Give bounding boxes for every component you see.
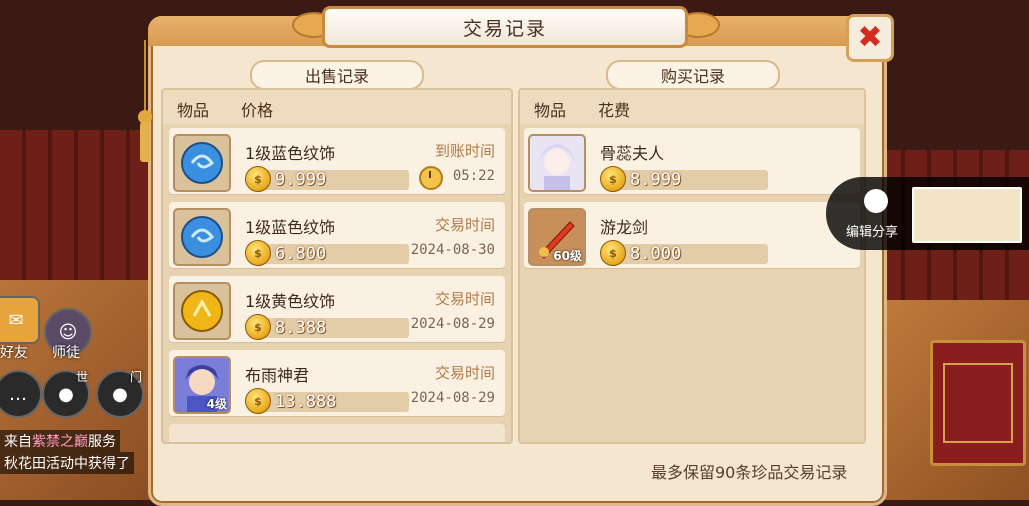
- coin-icon: $: [245, 388, 271, 414]
- character-portrait-icon: 4级: [173, 356, 231, 414]
- purchase-row[interactable]: 60级 游龙剑 8.000 $: [524, 202, 860, 268]
- price-bar: 8.000: [608, 244, 768, 264]
- sales-list[interactable]: 物品 价格 1级蓝色纹饰 9.999 $ 到账时间 05:22 1级蓝色纹饰 6…: [161, 88, 513, 444]
- price-value: 8.999: [630, 170, 682, 190]
- sales-header-price: 价格: [241, 101, 274, 120]
- item-name: 1级蓝色纹饰: [245, 144, 336, 163]
- page-title: 交易记录: [462, 17, 547, 40]
- time-label: 交易时间: [434, 216, 495, 234]
- clock-icon: [419, 166, 443, 190]
- friends-label: 好友: [0, 345, 28, 361]
- character-portrait-icon: [528, 134, 586, 192]
- time-value: 2024-08-29: [410, 390, 495, 406]
- coin-icon: $: [600, 240, 626, 266]
- item-name: 1级蓝色纹饰: [245, 218, 336, 237]
- sales-list-header: 物品 价格: [163, 90, 511, 124]
- sales-tab-label: 出售记录: [304, 67, 369, 86]
- tab-purchase-records: 购买记录: [606, 60, 780, 90]
- coin-icon: $: [600, 166, 626, 192]
- tab-sales-records: 出售记录: [250, 60, 424, 90]
- level-badge: 4级: [206, 397, 227, 411]
- time-label: 交易时间: [434, 290, 495, 308]
- mail-icon[interactable]: ✉: [0, 296, 40, 344]
- price-value: 9.999: [275, 170, 327, 190]
- level-badge: 60级: [553, 249, 582, 263]
- item-name: 1级黄色纹饰: [245, 292, 336, 311]
- sales-row[interactable]: 4级 布雨神君 13.888 $ 交易时间 2024-08-29: [169, 350, 505, 416]
- price-bar: 13.888: [253, 392, 409, 412]
- chat-suffix: 服务: [88, 434, 116, 450]
- time-label: 到账时间: [434, 142, 495, 160]
- cabinet: [930, 340, 1026, 466]
- chat-line-2: 秋花田活动中获得了: [0, 452, 134, 474]
- coin-icon: $: [245, 314, 271, 340]
- time-value: 2024-08-30: [410, 242, 495, 258]
- title-plaque: 交易记录: [322, 6, 688, 48]
- chat-server-name: 紫禁之巅: [32, 434, 88, 450]
- sales-row[interactable]: 1级蓝色纹饰 9.999 $ 到账时间 05:22: [169, 128, 505, 194]
- purchase-tab-label: 购买记录: [660, 67, 725, 86]
- purchase-row[interactable]: 骨蕊夫人 8.999 $: [524, 128, 860, 194]
- item-name: 布雨神君: [245, 366, 310, 385]
- price-value: 6.800: [275, 244, 327, 264]
- price-bar: 8.388: [253, 318, 409, 338]
- price-bar: 9.999: [253, 170, 409, 190]
- tassel-ornament: [138, 40, 152, 162]
- purchase-list[interactable]: 物品 花费 骨蕊夫人 8.999 $ 60级 游龙剑 8.000 $: [518, 88, 866, 444]
- sword-icon: 60级: [528, 208, 586, 266]
- item-name: 骨蕊夫人: [600, 144, 665, 163]
- time-value: 2024-08-29: [410, 316, 495, 332]
- time-value: 05:22: [452, 168, 495, 184]
- share-label: 编辑分享: [846, 225, 899, 240]
- price-value: 13.888: [275, 392, 337, 412]
- price-bar: 8.999: [608, 170, 768, 190]
- mentor-label: 师徒: [52, 345, 80, 361]
- item-name: 游龙剑: [600, 218, 649, 237]
- sales-header-item: 物品: [177, 101, 210, 120]
- blue-pattern-orb-icon: [173, 208, 231, 266]
- coin-icon: $: [245, 166, 271, 192]
- time-label: 交易时间: [434, 364, 495, 382]
- chat-prefix: 来自: [4, 434, 32, 450]
- footer-note: 最多保留90条珍品交易记录: [651, 463, 848, 482]
- voice-label-1: 世: [76, 370, 89, 384]
- sales-row[interactable]: 1级黄色纹饰 8.388 $ 交易时间 2024-08-29: [169, 276, 505, 342]
- yellow-pattern-orb-icon: [173, 282, 231, 340]
- purchase-list-header: 物品 花费: [520, 90, 864, 124]
- price-value: 8.388: [275, 318, 327, 338]
- chat-line: 来自紫禁之巅服务: [0, 430, 120, 452]
- close-button[interactable]: ✖: [846, 14, 894, 62]
- price-bar: 6.800: [253, 244, 409, 264]
- sales-row-partial: [169, 424, 505, 442]
- share-icon: [864, 189, 888, 213]
- purchase-header-item: 物品: [534, 101, 567, 120]
- coin-icon: $: [245, 240, 271, 266]
- sales-row[interactable]: 1级蓝色纹饰 6.800 $ 交易时间 2024-08-30: [169, 202, 505, 268]
- share-overlay[interactable]: 编辑分享: [826, 177, 1029, 250]
- voice-label-2: 门: [130, 370, 143, 384]
- price-value: 8.000: [630, 244, 682, 264]
- purchase-header-cost: 花费: [598, 101, 631, 120]
- close-icon: ✖: [857, 20, 883, 55]
- blue-pattern-orb-icon: [173, 134, 231, 192]
- screenshot-thumbnail[interactable]: [912, 187, 1022, 243]
